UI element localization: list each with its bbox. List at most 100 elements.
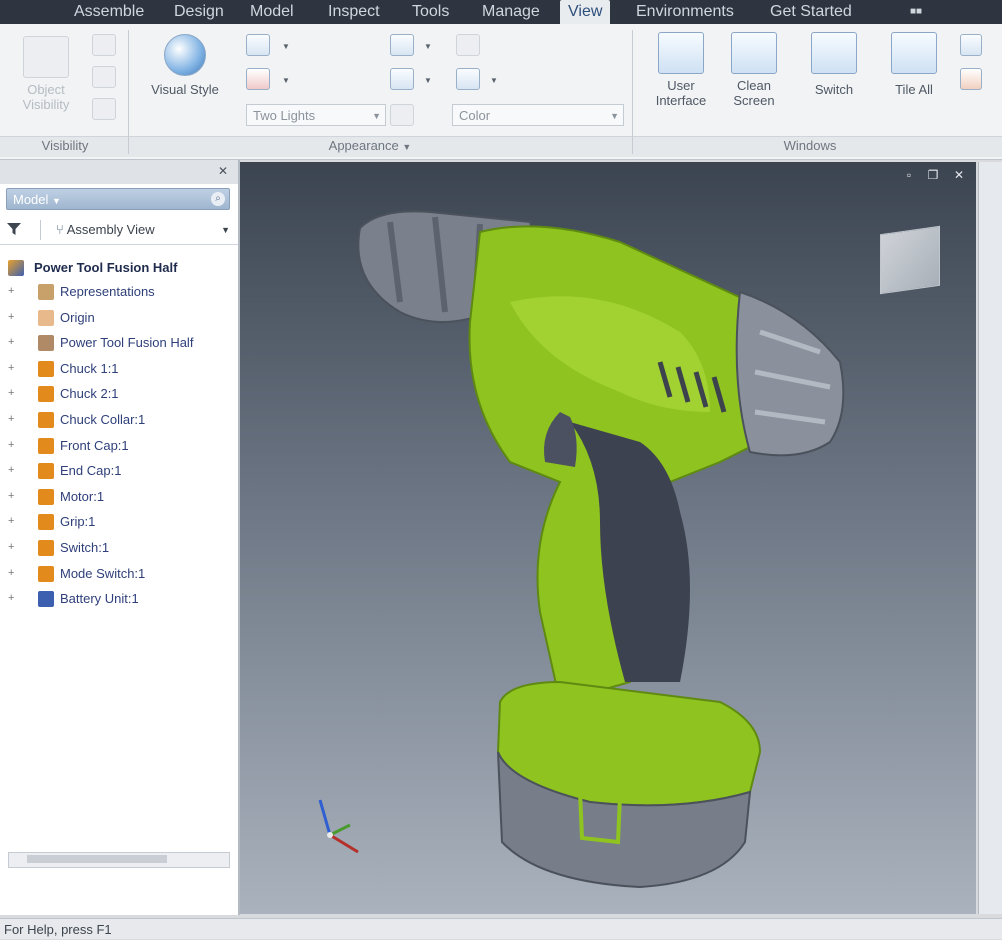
graphics-viewport[interactable]: ▫ ❐ ✕ [240, 162, 976, 914]
texture-icon[interactable] [456, 34, 480, 56]
tree-item[interactable]: + Chuck 2:1 [0, 382, 238, 406]
expand-icon[interactable]: + [8, 362, 18, 373]
tree-item-label: Battery Unit:1 [60, 591, 139, 607]
chevron-down-icon[interactable]: ▼ [490, 76, 498, 85]
tree-item[interactable]: + Origin [0, 306, 238, 330]
expand-icon[interactable]: + [8, 439, 18, 450]
expand-icon[interactable]: + [8, 465, 18, 476]
tab-get-started[interactable]: Get Started [762, 0, 860, 24]
panel-expand-icon[interactable]: ▼ [402, 142, 411, 152]
orthographic-icon[interactable] [246, 34, 270, 56]
tree-item-label: Front Cap:1 [60, 437, 129, 453]
expand-icon[interactable]: + [8, 490, 18, 501]
browser-header: ✕ [0, 160, 238, 184]
assembly-view-button[interactable]: ⑂ Assembly View ▼ [56, 220, 230, 240]
tab-environments[interactable]: Environments [628, 0, 742, 24]
tree-item[interactable]: + End Cap:1 [0, 459, 238, 483]
tab-view[interactable]: View [560, 0, 611, 24]
ribbon: Object Visibility Visibility Visual Styl… [0, 24, 1002, 160]
color-override-icon[interactable] [456, 68, 480, 90]
tree-item-label: Chuck 2:1 [60, 386, 119, 402]
reflections-icon[interactable] [390, 68, 414, 90]
visual-style-button[interactable]: Visual Style [142, 34, 228, 97]
tab-design[interactable]: Design [166, 0, 232, 24]
part-icon [38, 386, 54, 403]
part-icon [38, 437, 54, 454]
tree-item-label: End Cap:1 [60, 463, 122, 479]
chevron-down-icon[interactable]: ▼ [282, 76, 290, 85]
color-select-value: Color [459, 108, 491, 123]
tree-item[interactable]: + Chuck 1:1 [0, 357, 238, 381]
tree-item[interactable]: + Mode Switch:1 [0, 562, 238, 586]
appearance-panel-title-text: Appearance [328, 138, 399, 153]
filter-icon[interactable] [6, 222, 22, 236]
chevron-down-icon[interactable]: ▼ [424, 76, 432, 85]
chevron-down-icon[interactable]: ▼ [424, 42, 432, 51]
part-icon [38, 463, 54, 480]
expand-icon[interactable]: + [8, 593, 18, 604]
cascade-icon[interactable] [960, 34, 982, 56]
chevron-down-icon[interactable]: ▼ [282, 42, 290, 51]
lighting-style-select[interactable]: Two Lights ▼ [246, 104, 386, 126]
object-visibility-button[interactable]: Object Visibility [14, 36, 78, 112]
tree-item[interactable]: + Battery Unit:1 [0, 587, 238, 611]
tab-tools[interactable]: Tools [404, 0, 457, 24]
secondary-window-edge[interactable] [978, 162, 1002, 914]
tab-model[interactable]: Model [242, 0, 302, 24]
browser-model-dropdown[interactable]: Model ▼ ⌕ [6, 188, 230, 210]
ribbon-options-icon[interactable]: ■■ [910, 6, 932, 18]
switch-button[interactable]: Switch [800, 32, 868, 97]
expand-icon[interactable]: + [8, 516, 18, 527]
user-interface-button[interactable]: User Interface [646, 32, 716, 108]
tree-root[interactable]: Power Tool Fusion Half [0, 256, 238, 280]
close-icon[interactable]: ✕ [218, 164, 228, 178]
switch-label: Switch [814, 82, 854, 97]
part-icon [38, 335, 54, 352]
tile-all-button[interactable]: Tile All [880, 32, 948, 97]
shadows-icon[interactable] [246, 68, 270, 90]
clean-screen-button[interactable]: Clean Screen [722, 32, 786, 108]
expand-icon[interactable]: + [8, 311, 18, 322]
browser-horizontal-scrollbar[interactable] [8, 852, 230, 868]
ground-plane-icon[interactable] [390, 34, 414, 56]
tree-item[interactable]: + Motor:1 [0, 485, 238, 509]
tab-manage[interactable]: Manage [474, 0, 548, 24]
expand-icon[interactable]: + [8, 286, 18, 297]
expand-icon[interactable]: + [8, 542, 18, 553]
tree-item[interactable]: + Power Tool Fusion Half [0, 331, 238, 355]
part-icon [38, 540, 54, 556]
visibility-tool-2-icon[interactable] [92, 66, 116, 88]
visibility-tool-3-icon[interactable] [92, 98, 116, 120]
tree-item[interactable]: + Switch:1 [0, 536, 238, 560]
browser-model-label: Model [13, 192, 49, 207]
clean-screen-icon [731, 32, 777, 74]
expand-icon[interactable]: + [8, 388, 18, 399]
tree-item-label: Switch:1 [60, 540, 110, 555]
chevron-down-icon: ▼ [372, 111, 381, 121]
tree-item-label: Power Tool Fusion Half [60, 335, 194, 351]
ribbon-tab-bar: Assemble Design Model Inspect Tools Mana… [0, 0, 1002, 24]
user-interface-icon [658, 32, 704, 74]
arrange-icon[interactable] [960, 68, 982, 90]
ray-tracing-icon[interactable] [390, 104, 414, 126]
tree-item[interactable]: + Grip:1 [0, 510, 238, 534]
expand-icon[interactable]: + [8, 567, 18, 578]
part-icon [38, 412, 54, 428]
search-icon[interactable]: ⌕ [211, 192, 225, 206]
status-text: For Help, press F1 [4, 922, 112, 937]
representations-icon [38, 284, 54, 300]
tab-assemble[interactable]: Assemble [66, 0, 152, 24]
tree-item[interactable]: + Chuck Collar:1 [0, 408, 238, 432]
expand-icon[interactable]: + [8, 414, 18, 425]
tree-item[interactable]: + Front Cap:1 [0, 434, 238, 458]
scrollbar-thumb[interactable] [27, 855, 167, 863]
tab-inspect[interactable]: Inspect [320, 0, 388, 24]
expand-icon[interactable]: + [8, 337, 18, 348]
user-interface-label: User Interface [655, 78, 707, 108]
color-select[interactable]: Color ▼ [452, 104, 624, 126]
tree-item[interactable]: + Representations [0, 280, 238, 304]
assembly-icon [8, 260, 24, 276]
origin-folder-icon [38, 309, 54, 326]
visibility-tool-1-icon[interactable] [92, 34, 116, 56]
part-icon [38, 488, 54, 505]
